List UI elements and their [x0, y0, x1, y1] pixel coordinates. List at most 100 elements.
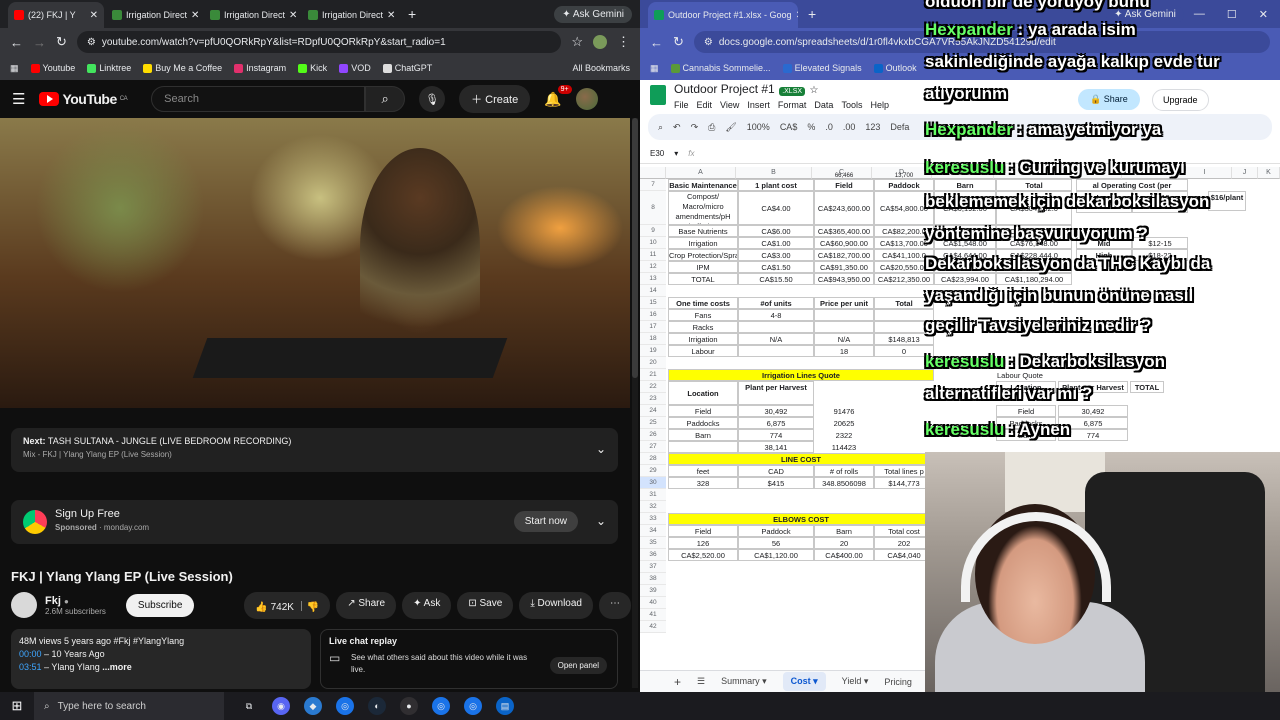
table-cell[interactable]: CA$23,994.00 [934, 273, 996, 285]
subscribe-button[interactable]: Subscribe [125, 593, 195, 617]
zoom-select[interactable]: 100% [747, 122, 770, 132]
table-cell[interactable] [874, 309, 934, 321]
app-icon[interactable]: ◆ [304, 697, 322, 715]
bookmark-outlook[interactable]: Outlook [873, 63, 917, 74]
task-view-icon[interactable]: ⧉ [240, 697, 258, 715]
timestamp-link[interactable]: 00:00 [19, 649, 42, 659]
apps-grid-icon[interactable]: ▦ [10, 63, 19, 74]
up-next-card[interactable]: Next: TASH SULTANA - JUNGLE (LIVE BEDROO… [11, 428, 618, 472]
sheet-tab-summary[interactable]: Summary ▾ [721, 676, 767, 687]
table-cell[interactable]: Barn [996, 429, 1056, 441]
table-cell[interactable]: IPM [668, 261, 738, 273]
table-cell[interactable]: CA$20,550.00 [874, 261, 934, 273]
row-header-40[interactable]: 40 [640, 597, 666, 609]
table-cell[interactable]: Base Nutrients [668, 225, 738, 237]
show-more-link[interactable]: ...more [102, 662, 132, 672]
table-cell[interactable]: CA$54,800.00 [874, 191, 934, 225]
table-cell[interactable]: Low [1076, 191, 1132, 213]
sheet-tab-pricing[interactable]: Pricing [884, 677, 912, 687]
table-cell[interactable]: Crop Protection/Sprays [668, 249, 738, 261]
back-icon[interactable]: ← [650, 35, 663, 50]
new-tab-button[interactable]: + [400, 6, 424, 22]
table-cell[interactable]: High [1076, 249, 1132, 261]
table-header-cell[interactable]: Total [996, 179, 1072, 191]
table-cell[interactable]: Barn [668, 429, 738, 441]
like-button[interactable]: 👍 742K ｜👎 [244, 591, 331, 619]
table-cell[interactable]: 13,700 [874, 171, 934, 179]
row-header-37[interactable]: 37 [640, 561, 666, 573]
back-icon[interactable]: ← [10, 35, 23, 50]
page-scrollbar[interactable] [632, 118, 638, 688]
save-button[interactable]: ⊡ Save [457, 591, 514, 619]
table-cell[interactable]: CA$1,548.00 [934, 237, 996, 249]
chevron-down-icon[interactable]: ⌄ [596, 442, 606, 456]
table-cell[interactable]: 38,141 [738, 441, 814, 453]
google-sheets-logo-icon[interactable] [650, 85, 666, 105]
table-header-cell[interactable]: Field [668, 525, 738, 537]
site-info-icon[interactable]: ⚙ [87, 37, 96, 48]
row-header-28[interactable]: 28 [640, 453, 666, 465]
row-header-9[interactable]: 9 [640, 225, 666, 237]
channel-avatar[interactable] [11, 592, 37, 618]
chrome-icon[interactable]: ◎ [432, 697, 450, 715]
menu-view[interactable]: View [720, 100, 739, 110]
table-cell[interactable]: Labour [668, 345, 738, 357]
decimal-decrease-button[interactable]: .0 [825, 122, 833, 132]
bookmark-star-icon[interactable]: ☆ [571, 34, 583, 50]
download-button[interactable]: ⤓ Download [519, 591, 593, 619]
section-title-line-cost[interactable]: LINE COST [668, 453, 934, 465]
table-cell[interactable]: $18-22 [1132, 249, 1188, 261]
row-header-34[interactable]: 34 [640, 525, 666, 537]
tab-irrigation-2[interactable]: Irrigation Direct ✕ [204, 2, 300, 28]
row-header-30[interactable]: 30 [640, 477, 666, 489]
table-cell[interactable] [814, 179, 874, 181]
table-cell[interactable]: CA$91,350.00 [814, 261, 874, 273]
percent-format-button[interactable]: % [807, 122, 815, 132]
menu-data[interactable]: Data [814, 100, 833, 110]
table-cell[interactable]: CA$41,100.0 [874, 249, 934, 261]
section-title-elbows-cost[interactable]: ELBOWS COST [668, 513, 934, 525]
add-sheet-icon[interactable]: + [674, 675, 681, 689]
table-cell[interactable] [738, 345, 814, 357]
row-header-18[interactable]: 18 [640, 333, 666, 345]
row-header-26[interactable]: 26 [640, 429, 666, 441]
menu-tools[interactable]: Tools [841, 100, 862, 110]
table-cell[interactable]: CA$456,888.0 [996, 225, 1072, 237]
menu-format[interactable]: Format [778, 100, 807, 110]
table-cell[interactable]: 328 [668, 477, 738, 489]
table-cell[interactable]: CA$6.00 [738, 225, 814, 237]
video-description[interactable]: 48M views 5 years ago #Fkj #YlangYlang 0… [11, 629, 311, 689]
reload-icon[interactable]: ↻ [673, 34, 684, 50]
close-tab-icon[interactable]: ✕ [796, 10, 798, 21]
table-header-cell[interactable]: Paddock [874, 179, 934, 191]
tab-irrigation-3[interactable]: Irrigation Direct ✕ [302, 2, 398, 28]
bookmark-buymeacoffee[interactable]: Buy Me a Coffee [143, 63, 222, 74]
table-cell[interactable]: CA$9,288.00 [934, 225, 996, 237]
table-header-cell[interactable]: Total [874, 297, 934, 309]
close-window-icon[interactable]: ✕ [1259, 8, 1268, 21]
table-cell[interactable]: $12-15 [1132, 237, 1188, 249]
row-header-10[interactable]: 10 [640, 237, 666, 249]
steam-icon[interactable]: ◐ [368, 697, 386, 715]
avatar[interactable] [575, 88, 598, 110]
row-header-21[interactable]: 21 [640, 369, 666, 381]
all-sheets-icon[interactable]: ☰ [697, 676, 705, 687]
row-header-31[interactable]: 31 [640, 489, 666, 501]
row-header-38[interactable]: 38 [640, 573, 666, 585]
table-cell[interactable]: N/A [738, 333, 814, 345]
font-select[interactable]: Defa [890, 122, 909, 132]
table-cell[interactable]: 56 [738, 537, 814, 549]
bookmark-kick[interactable]: Kick [298, 63, 327, 74]
taskbar-search[interactable]: ⌕ Type here to search [34, 692, 224, 720]
row-header-24[interactable]: 24 [640, 405, 666, 417]
table-header-cell[interactable]: feet [668, 465, 738, 477]
row-header-36[interactable]: 36 [640, 549, 666, 561]
close-tab-icon[interactable]: ✕ [387, 10, 395, 21]
share-button[interactable]: ↗ Share [336, 591, 397, 619]
table-header-cell[interactable]: Plant per Harvest [1058, 381, 1128, 393]
row-header-13[interactable]: 13 [640, 273, 666, 285]
table-header-cell[interactable]: #of units [738, 297, 814, 309]
table-cell[interactable]: CA$6,192.00 [934, 191, 996, 225]
search-button[interactable]: ⌕ [365, 86, 406, 112]
table-cell[interactable]: CA$4.00 [738, 191, 814, 225]
